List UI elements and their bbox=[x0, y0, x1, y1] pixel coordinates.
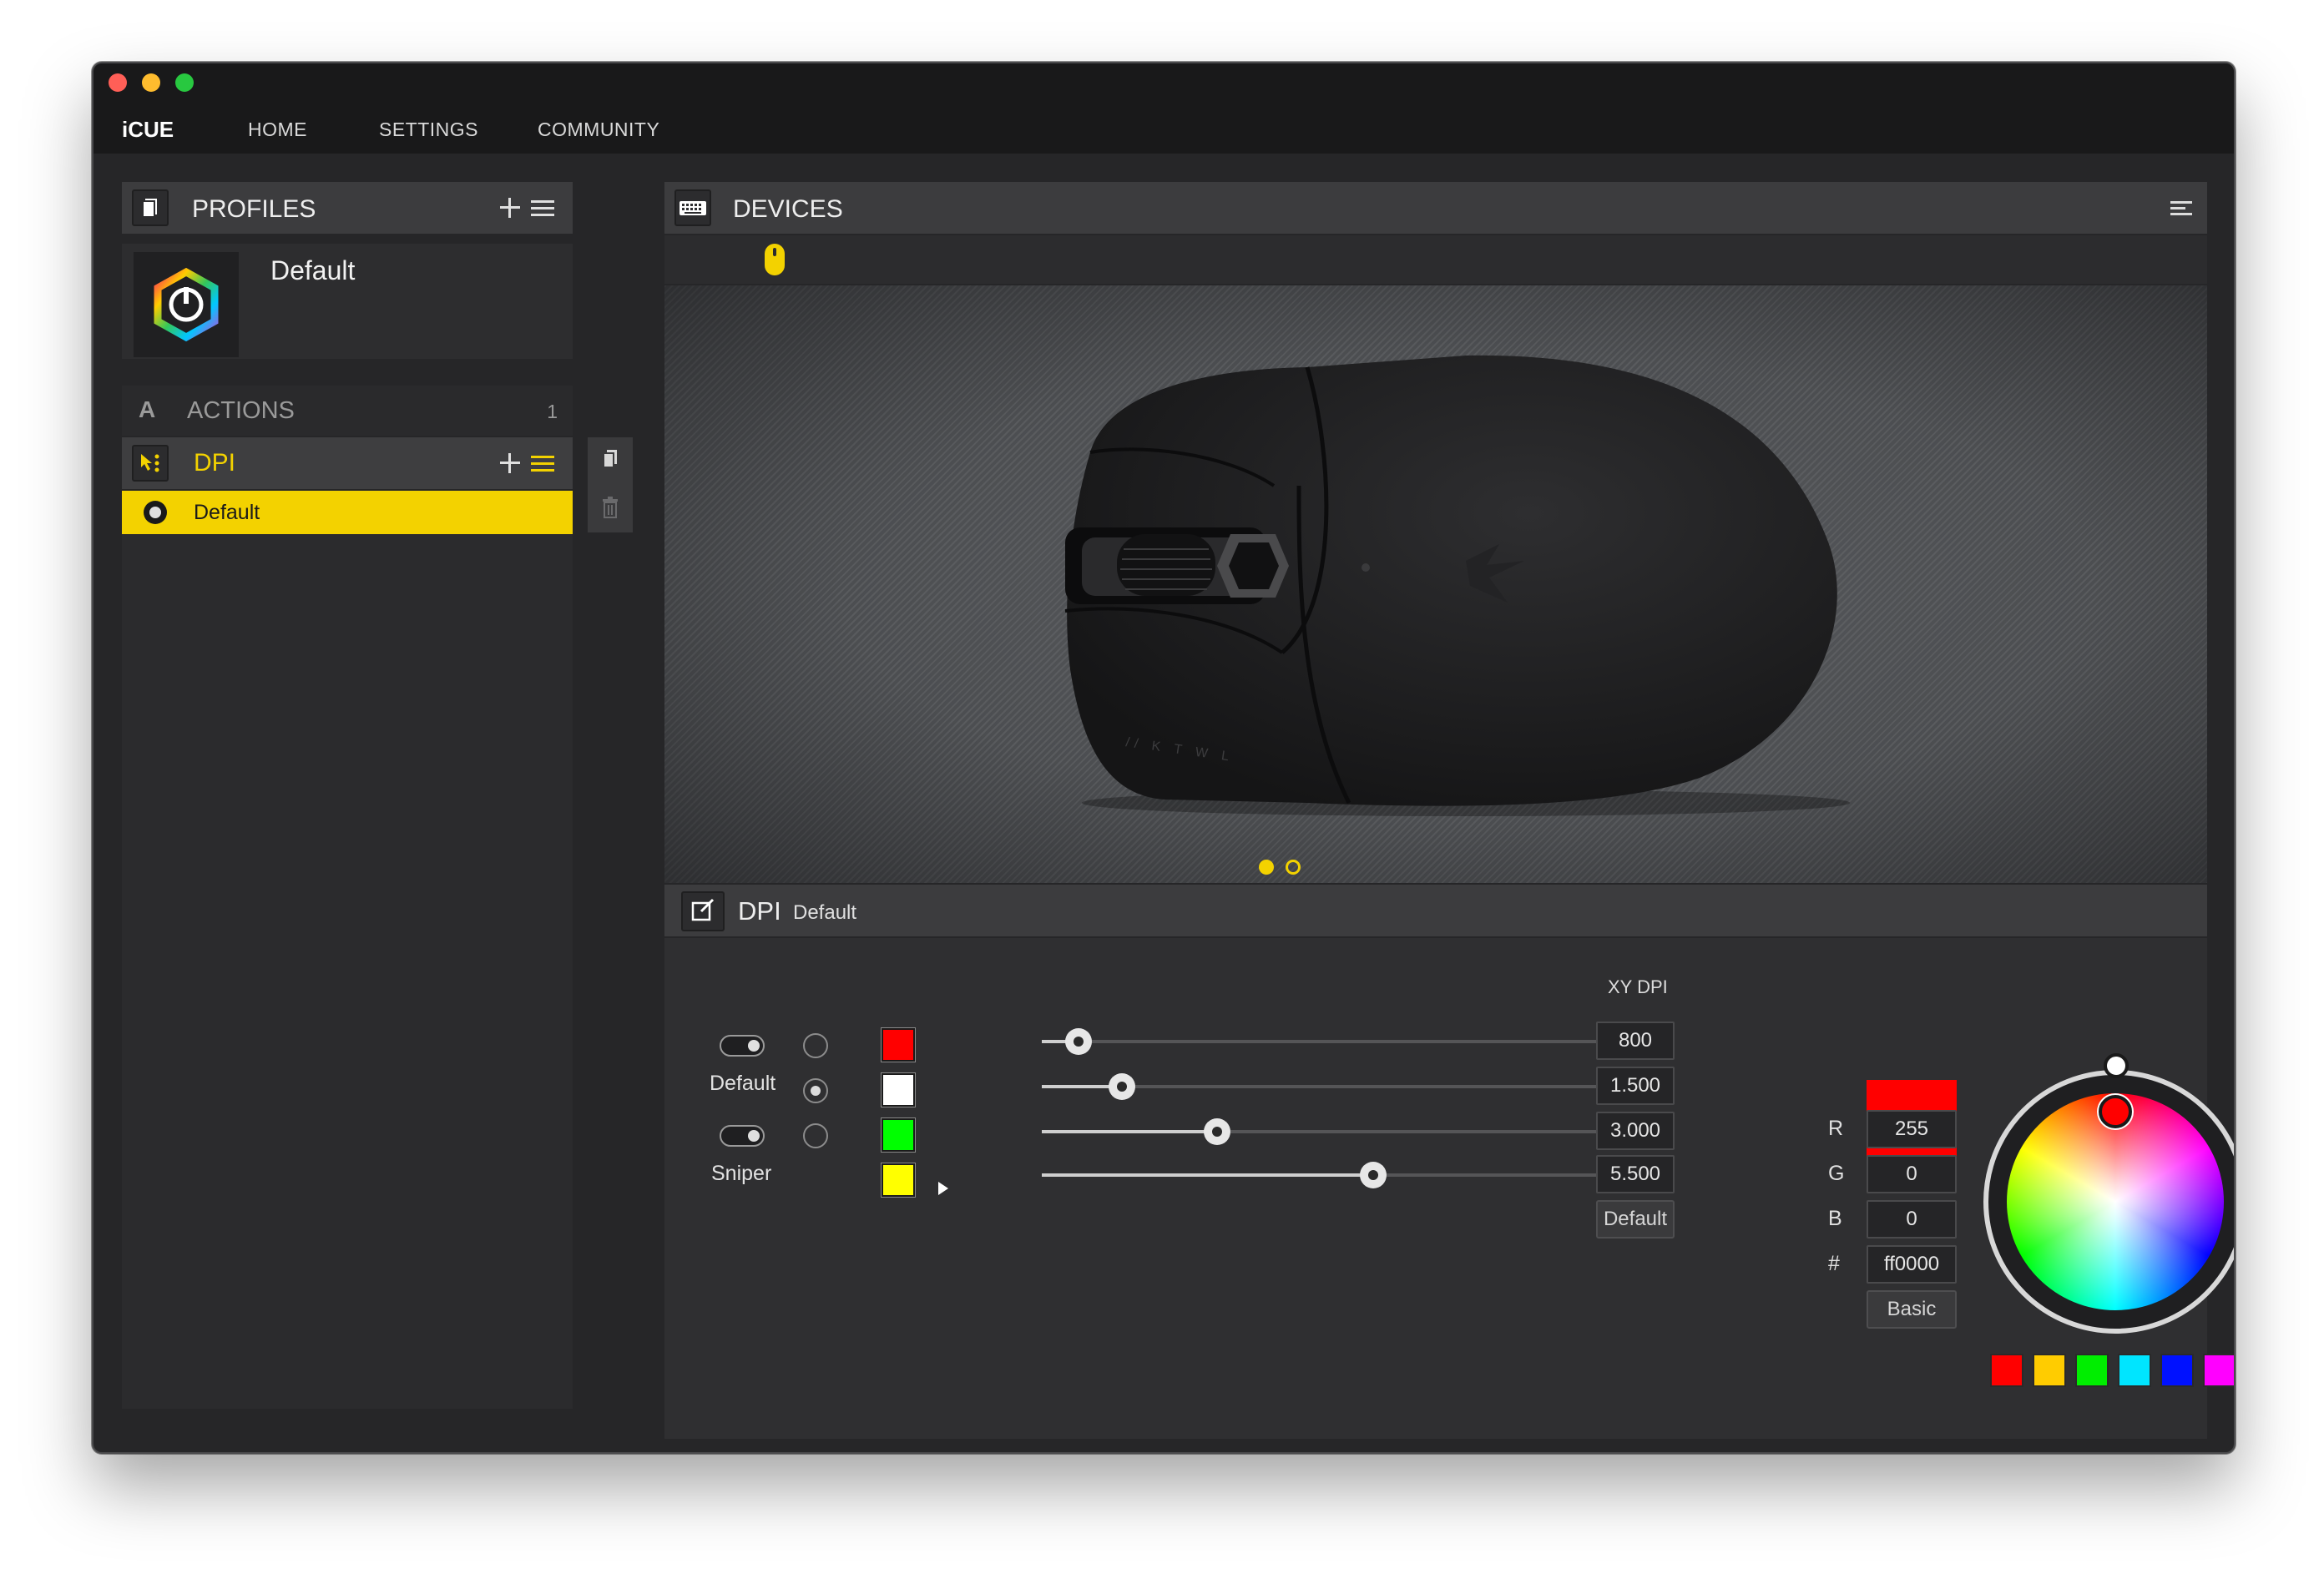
page-dot-2[interactable] bbox=[1286, 860, 1301, 875]
mouse-image: // K T W L bbox=[1064, 355, 1850, 816]
palette-swatch-6[interactable] bbox=[2203, 1354, 2234, 1387]
xy-dpi-label: XY DPI bbox=[1608, 976, 1668, 997]
actions-title: ACTIONS bbox=[187, 397, 295, 424]
nav-settings[interactable]: SETTINGS bbox=[379, 119, 478, 141]
profile-item[interactable]: Default bbox=[122, 244, 573, 359]
red-field[interactable]: 255 bbox=[1867, 1110, 1957, 1148]
stage-1-color[interactable] bbox=[881, 1027, 916, 1062]
stage-1-radio[interactable] bbox=[803, 1033, 828, 1058]
page-dot-1[interactable] bbox=[1259, 860, 1274, 875]
dpi-default-button[interactable]: Default bbox=[1596, 1200, 1675, 1239]
dpi-editor-subtitle: Default bbox=[793, 901, 857, 924]
nav-home[interactable]: HOME bbox=[248, 119, 307, 141]
stage-2-color[interactable] bbox=[881, 1072, 916, 1107]
basic-button[interactable]: Basic bbox=[1867, 1290, 1957, 1329]
side-tools bbox=[588, 437, 633, 532]
dpi-preset-label: Default bbox=[194, 501, 260, 524]
play-icon bbox=[938, 1182, 948, 1195]
stage-1-toggle[interactable] bbox=[720, 1035, 765, 1057]
stage-2-dpi-field[interactable]: 1.500 bbox=[1596, 1067, 1675, 1105]
palette-swatch-3[interactable] bbox=[2075, 1354, 2109, 1387]
stage-1-slider-thumb[interactable] bbox=[1065, 1028, 1093, 1055]
keyboard-icon bbox=[674, 189, 711, 226]
trash-icon[interactable] bbox=[601, 496, 619, 519]
app-logo: iCUE bbox=[122, 117, 174, 142]
stage-3-radio[interactable] bbox=[803, 1123, 828, 1148]
stage-3-dpi-field[interactable]: 3.000 bbox=[1596, 1112, 1675, 1150]
stage-4-color[interactable] bbox=[881, 1163, 916, 1198]
devices-menu-icon[interactable] bbox=[2170, 200, 2192, 217]
palette-swatch-2[interactable] bbox=[2033, 1354, 2066, 1387]
palette-swatch-5[interactable] bbox=[2160, 1354, 2194, 1387]
hex-field[interactable]: ff0000 bbox=[1867, 1245, 1957, 1284]
stage-2-slider-thumb[interactable] bbox=[1108, 1073, 1135, 1100]
add-dpi-icon[interactable] bbox=[499, 452, 521, 474]
color-selector[interactable] bbox=[2099, 1095, 2132, 1128]
minimize-window-button[interactable] bbox=[142, 73, 160, 92]
title-bar bbox=[93, 63, 2234, 102]
stage-3-slider-thumb[interactable] bbox=[1203, 1118, 1230, 1145]
device-strip bbox=[664, 235, 2207, 284]
stage-2-slider[interactable] bbox=[1042, 1073, 1656, 1100]
stage-3-slider[interactable] bbox=[1042, 1118, 1656, 1145]
hex-label: # bbox=[1828, 1252, 1840, 1275]
device-view: // K T W L bbox=[664, 285, 2207, 883]
stage-1-dpi-field[interactable]: 800 bbox=[1596, 1022, 1675, 1060]
blue-field[interactable]: 0 bbox=[1867, 1200, 1957, 1239]
profiles-icon bbox=[132, 189, 169, 226]
svg-text:A: A bbox=[139, 396, 155, 422]
actions-header[interactable]: A ACTIONS 1 bbox=[122, 386, 573, 436]
profiles-header: PROFILES bbox=[122, 182, 573, 234]
profiles-menu-icon[interactable] bbox=[531, 199, 554, 219]
stage-4-label: Sniper bbox=[711, 1162, 772, 1185]
palette-swatch-4[interactable] bbox=[2118, 1354, 2151, 1387]
actions-list bbox=[122, 534, 573, 1409]
actions-icon: A bbox=[139, 396, 155, 422]
devices-title: DEVICES bbox=[733, 195, 843, 223]
stage-2-radio[interactable] bbox=[803, 1078, 828, 1103]
close-window-button[interactable] bbox=[109, 73, 127, 92]
mouse-device-icon[interactable] bbox=[763, 242, 786, 277]
icue-window: iCUE HOME SETTINGS COMMUNITY PROFILES De… bbox=[92, 62, 2236, 1454]
edit-icon[interactable] bbox=[681, 891, 725, 931]
zoom-window-button[interactable] bbox=[175, 73, 194, 92]
r-label: R bbox=[1828, 1117, 1844, 1140]
actions-count: 1 bbox=[547, 401, 558, 422]
dpi-editor-header: DPI Default bbox=[664, 885, 2207, 936]
g-label: G bbox=[1828, 1162, 1845, 1185]
dpi-editor-title: DPI bbox=[738, 896, 781, 926]
nav-community[interactable]: COMMUNITY bbox=[538, 119, 659, 141]
add-profile-icon[interactable] bbox=[499, 197, 521, 219]
dpi-cursor-icon bbox=[132, 445, 169, 482]
radio-selected-icon bbox=[144, 501, 167, 524]
stage-2-label: Default bbox=[710, 1072, 776, 1095]
green-field[interactable]: 0 bbox=[1867, 1155, 1957, 1193]
stage-4-dpi-field[interactable]: 5.500 bbox=[1596, 1155, 1675, 1193]
stage-4-slider[interactable] bbox=[1042, 1162, 1656, 1188]
top-nav: iCUE HOME SETTINGS COMMUNITY bbox=[93, 102, 2234, 154]
profiles-title: PROFILES bbox=[192, 195, 316, 223]
palette-swatch-1[interactable] bbox=[1990, 1354, 2023, 1387]
profile-name: Default bbox=[270, 255, 356, 285]
brightness-knob[interactable] bbox=[2104, 1053, 2129, 1078]
stage-3-color[interactable] bbox=[881, 1117, 916, 1153]
stage-3-toggle[interactable] bbox=[720, 1125, 765, 1147]
profile-logo-icon bbox=[134, 252, 239, 357]
dpi-action-label: DPI bbox=[194, 449, 236, 477]
devices-header: DEVICES bbox=[664, 182, 2207, 234]
copy-icon[interactable] bbox=[599, 447, 621, 472]
dpi-menu-icon[interactable] bbox=[531, 454, 554, 474]
stage-1-slider[interactable] bbox=[1042, 1028, 1656, 1055]
dpi-action-header[interactable]: DPI bbox=[122, 437, 573, 489]
dpi-preset-default[interactable]: Default bbox=[122, 491, 573, 534]
b-label: B bbox=[1828, 1207, 1842, 1230]
